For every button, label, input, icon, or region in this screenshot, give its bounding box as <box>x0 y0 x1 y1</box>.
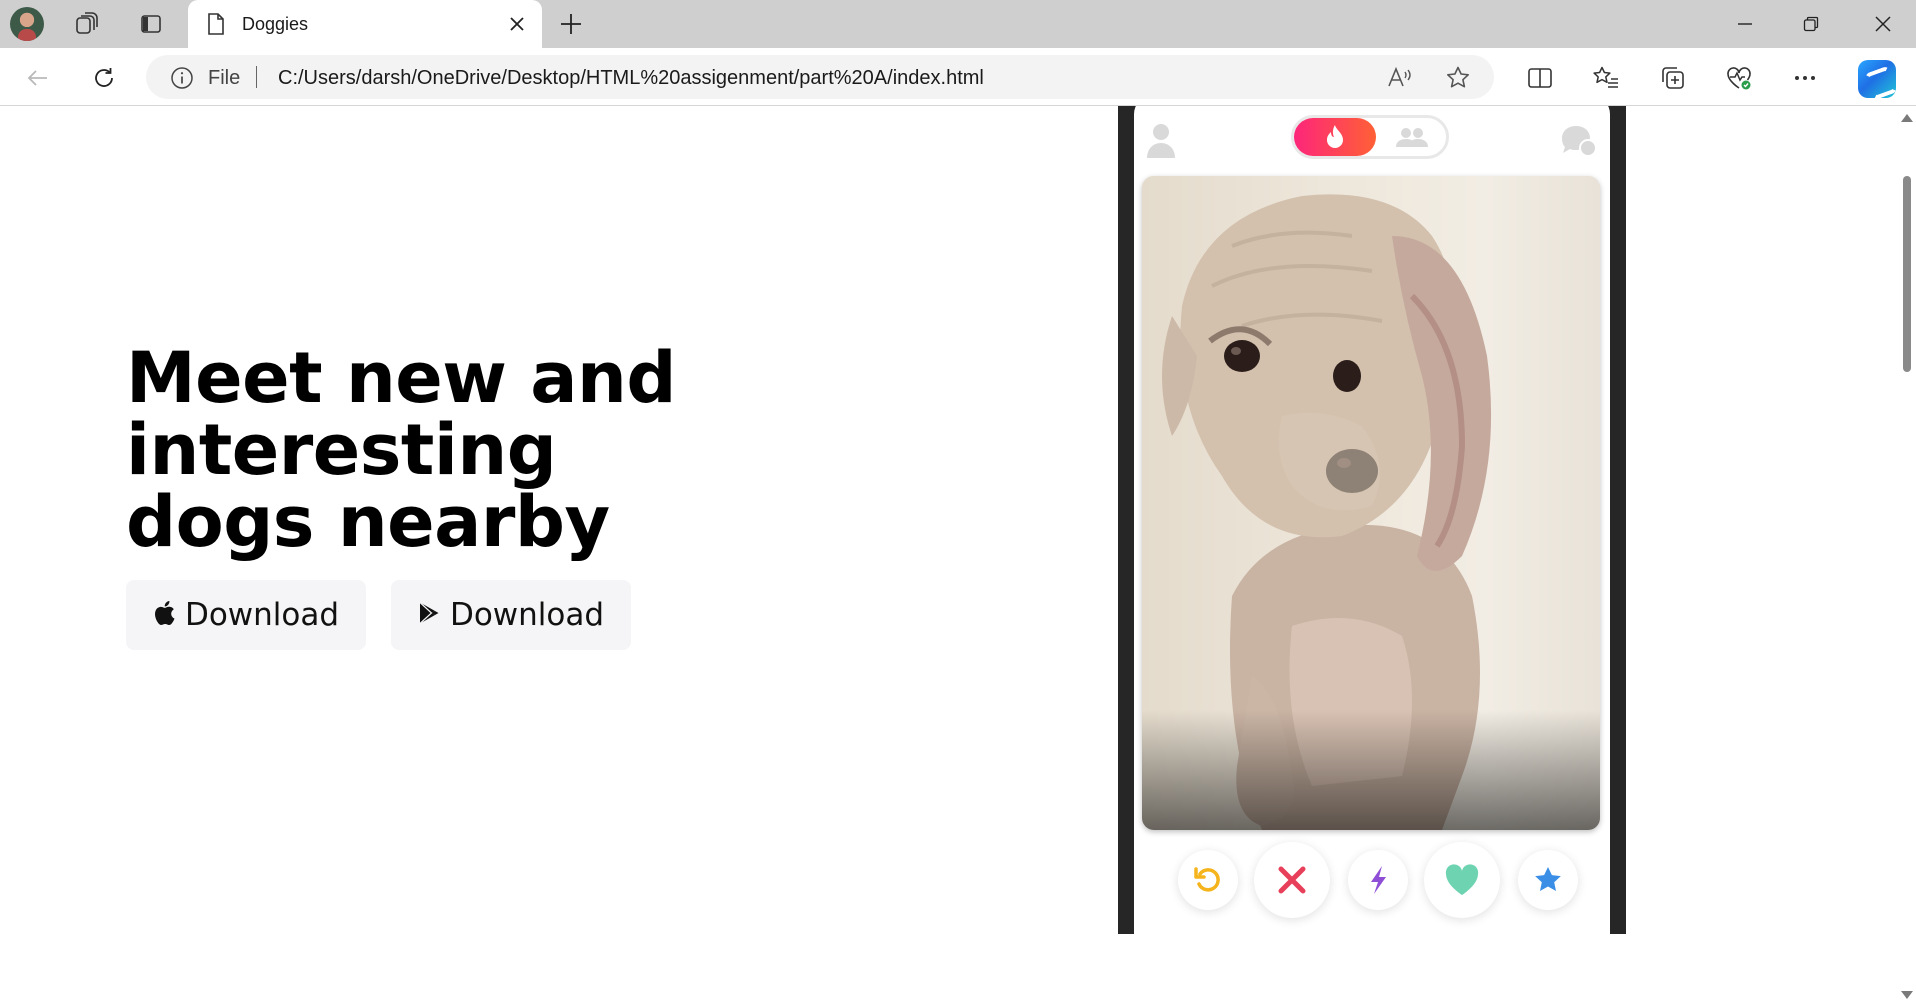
close-window-button[interactable] <box>1850 0 1916 48</box>
dog-photo[interactable] <box>1142 176 1600 830</box>
page-icon <box>206 12 226 41</box>
address-separator <box>256 66 257 88</box>
super-like-icon[interactable] <box>1518 850 1578 910</box>
hero-headline: Meet new and interesting dogs nearby <box>126 337 676 563</box>
vertical-tabs-icon[interactable] <box>136 9 166 39</box>
profile-icon[interactable] <box>1144 120 1178 165</box>
restore-button[interactable] <box>1778 0 1844 48</box>
refresh-button[interactable] <box>88 62 120 94</box>
active-tab[interactable]: Doggies <box>188 0 542 48</box>
profile-avatar[interactable] <box>10 7 44 41</box>
tab-bar: Doggies <box>0 0 1916 48</box>
phone-screen <box>1134 106 1610 934</box>
url-text[interactable]: C:/Users/darsh/OneDrive/Desktop/HTML%20a… <box>278 67 984 90</box>
browser-essentials-icon[interactable] <box>1722 61 1756 95</box>
rewind-icon[interactable] <box>1178 850 1238 910</box>
page-scrollbar[interactable] <box>1898 106 1916 1005</box>
boost-icon[interactable] <box>1348 850 1408 910</box>
apple-icon <box>153 600 175 631</box>
info-icon[interactable] <box>170 66 194 95</box>
favorites-icon[interactable] <box>1589 61 1623 95</box>
flame-icon[interactable] <box>1294 118 1376 156</box>
phone-mockup <box>1118 106 1626 934</box>
scroll-up-arrow[interactable] <box>1901 114 1913 122</box>
nope-icon[interactable] <box>1254 842 1330 918</box>
chat-icon[interactable] <box>1558 122 1598 163</box>
split-screen-icon[interactable] <box>1523 61 1557 95</box>
address-bar[interactable]: File C:/Users/darsh/OneDrive/Desktop/HTM… <box>146 55 1494 99</box>
swipe-actions <box>1134 842 1610 922</box>
apple-download-button[interactable]: Download <box>126 580 366 650</box>
close-tab-icon[interactable] <box>504 11 530 37</box>
page-viewport: Meet new and interesting dogs nearby Dow… <box>0 106 1898 1005</box>
google-play-download-button[interactable]: Download <box>391 580 631 650</box>
apple-download-label: Download <box>184 597 340 633</box>
toolbar: File C:/Users/darsh/OneDrive/Desktop/HTM… <box>0 48 1916 106</box>
google-play-download-label: Download <box>449 597 605 633</box>
collections-icon[interactable] <box>1656 61 1690 95</box>
new-tab-button[interactable] <box>556 9 586 39</box>
discover-mode-toggle[interactable] <box>1291 115 1449 159</box>
read-aloud-icon[interactable] <box>1386 64 1414 92</box>
minimize-button[interactable] <box>1712 0 1778 48</box>
back-button[interactable] <box>22 62 54 94</box>
like-icon[interactable] <box>1424 842 1500 918</box>
google-play-icon <box>418 601 440 630</box>
copilot-icon[interactable] <box>1858 60 1896 98</box>
more-menu-icon[interactable] <box>1788 61 1822 95</box>
scroll-thumb[interactable] <box>1903 176 1911 372</box>
group-icon[interactable] <box>1394 126 1430 153</box>
scroll-down-arrow[interactable] <box>1901 991 1913 999</box>
workspaces-icon[interactable] <box>72 9 102 39</box>
favorite-star-icon[interactable] <box>1444 64 1472 92</box>
tab-title: Doggies <box>242 14 309 34</box>
address-scheme-label: File <box>208 67 241 89</box>
